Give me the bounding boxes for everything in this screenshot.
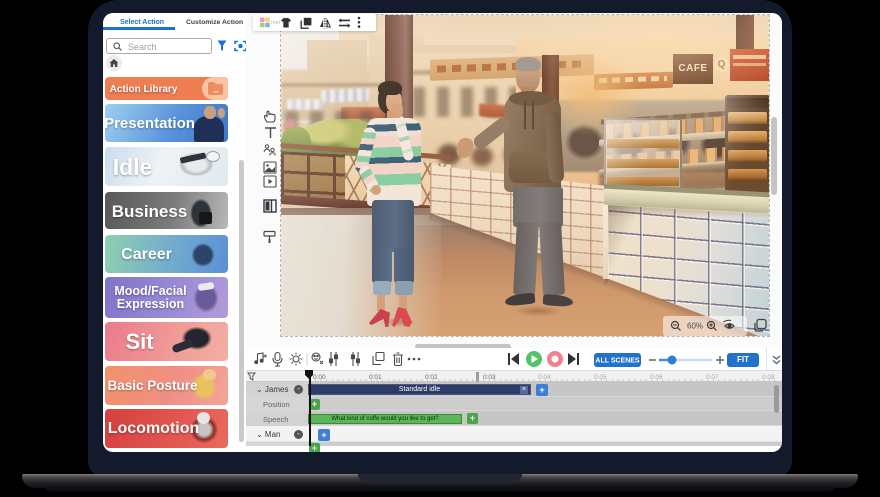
svg-text:0:02: 0:02: [425, 374, 438, 381]
svg-text:0:00: 0:00: [313, 374, 326, 381]
svg-text:ALL SCENES: ALL SCENES: [595, 358, 640, 365]
svg-text:0:04: 0:04: [538, 374, 551, 381]
svg-text:0:06: 0:06: [650, 374, 663, 381]
svg-text:0:01: 0:01: [369, 374, 382, 381]
svg-text:0:08: 0:08: [762, 374, 775, 381]
svg-text:60%: 60%: [687, 322, 703, 331]
svg-text:mer: mer: [271, 20, 281, 26]
svg-text:0:07: 0:07: [706, 374, 719, 381]
svg-text:0:05: 0:05: [594, 374, 607, 381]
